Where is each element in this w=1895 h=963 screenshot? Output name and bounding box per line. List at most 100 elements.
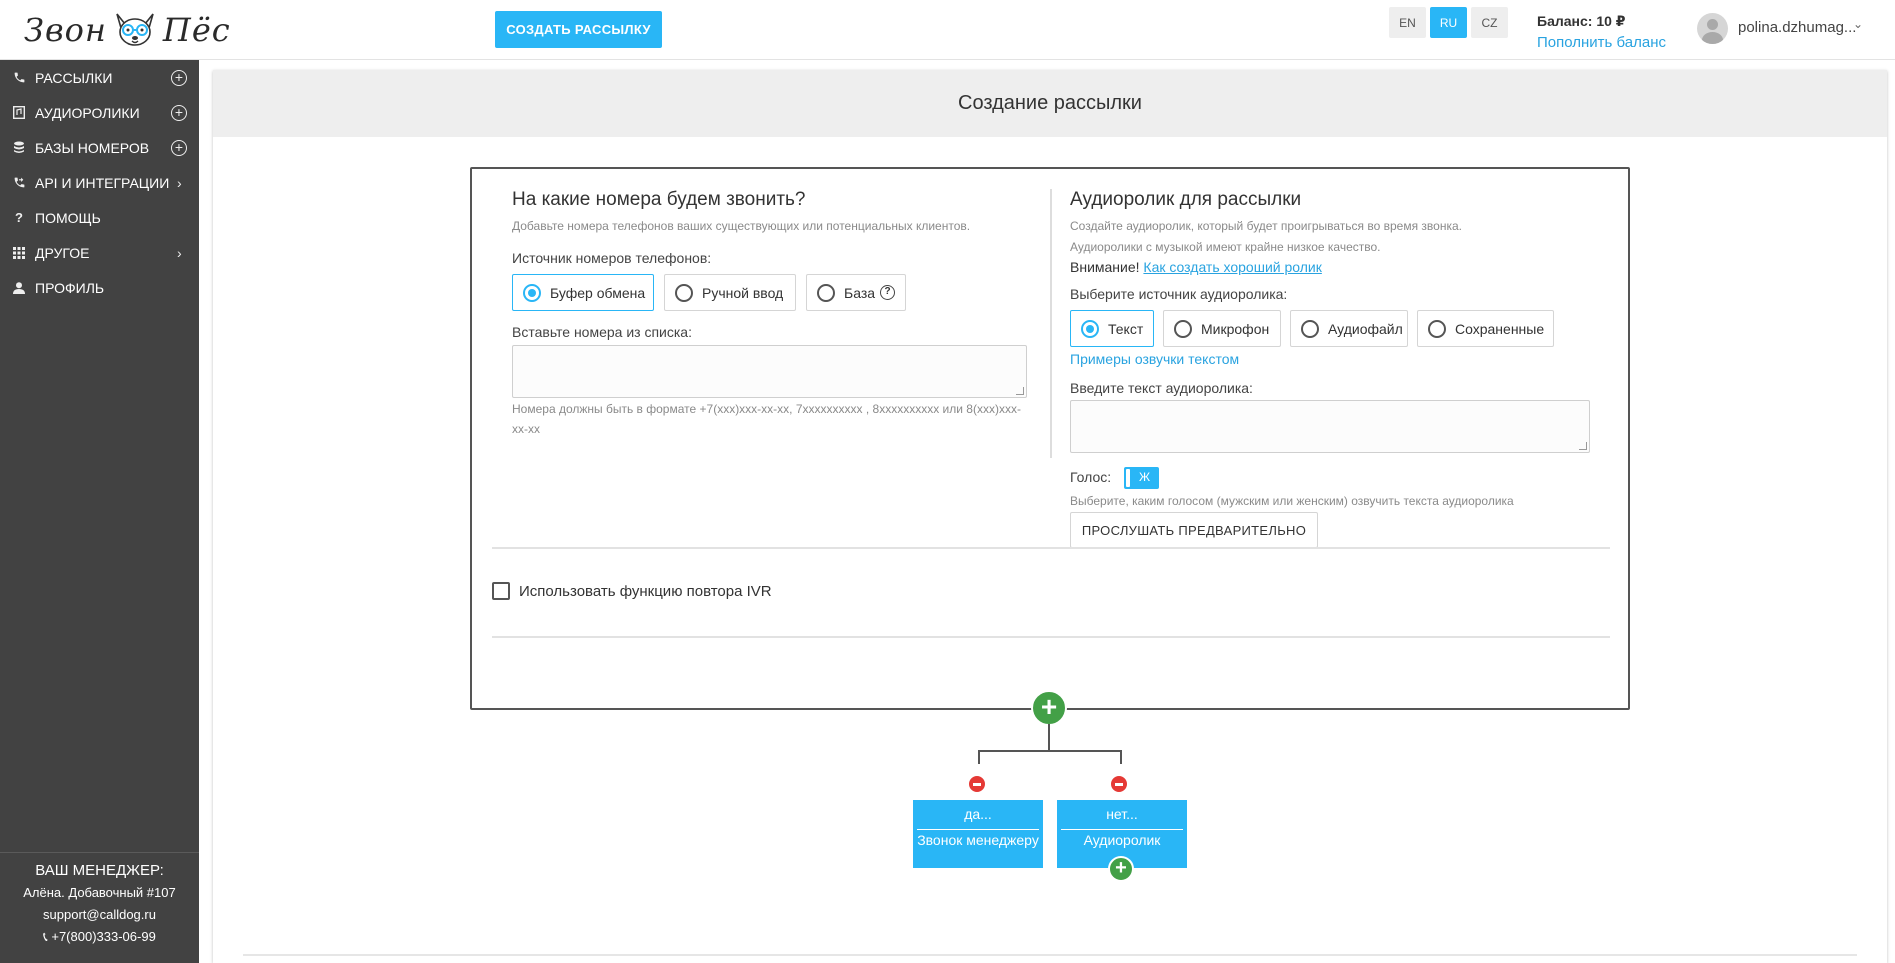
avatar[interactable] xyxy=(1697,13,1728,44)
manager-email[interactable]: support@calldog.ru xyxy=(0,904,199,926)
tree-node-yes[interactable]: да... Звонок менеджеру xyxy=(913,800,1043,868)
voice-value: Ж xyxy=(1139,470,1151,484)
dog-logo-icon xyxy=(116,13,154,46)
tree-connector xyxy=(1048,724,1050,751)
source-clipboard-radio[interactable]: Буфер обмена xyxy=(512,274,654,311)
radio-label: Аудиофайл xyxy=(1328,320,1403,337)
audio-hint-1: Создайте аудиоролик, который будет проиг… xyxy=(1070,219,1462,233)
voice-label: Голос: xyxy=(1070,469,1112,485)
mailing-form-card: На какие номера будем звонить? Добавьте … xyxy=(470,167,1630,710)
column-divider xyxy=(1050,189,1052,458)
paste-numbers-label: Вставьте номера из списка: xyxy=(512,324,692,340)
source-database-radio[interactable]: База ? xyxy=(806,274,906,311)
source-manual-radio[interactable]: Ручной ввод xyxy=(664,274,796,311)
remove-branch-icon[interactable] xyxy=(1109,774,1129,794)
audio-text-textarea[interactable] xyxy=(1070,400,1590,453)
sidebar-item-label: ПРОФИЛЬ xyxy=(35,279,105,296)
phone-icon: 📞︎ xyxy=(43,929,48,944)
lang-cz-button[interactable]: CZ xyxy=(1471,7,1508,38)
radio-label: Буфер обмена xyxy=(550,284,646,301)
database-icon xyxy=(12,141,26,155)
topup-balance-link[interactable]: Пополнить баланс xyxy=(1537,34,1666,51)
radio-label: Текст xyxy=(1108,320,1144,337)
audio-microphone-radio[interactable]: Микрофон xyxy=(1163,310,1281,347)
tree-connector xyxy=(978,750,980,764)
manager-phone[interactable]: +7(800)333-06-99 xyxy=(51,929,155,944)
manager-phone-row: 📞︎ +7(800)333-06-99 xyxy=(0,926,199,948)
radio-checked-icon xyxy=(523,283,541,302)
preview-listen-button[interactable]: ПРОСЛУШАТЬ ПРЕДВАРИТЕЛЬНО xyxy=(1070,512,1318,548)
sidebar-item-label: ПОМОЩЬ xyxy=(35,209,101,226)
add-circle-icon[interactable]: + xyxy=(171,69,187,86)
radio-checked-icon xyxy=(1081,319,1099,338)
audio-source-label: Выберите источник аудиоролика: xyxy=(1070,286,1288,302)
sidebar-item-databases[interactable]: БАЗЫ НОМЕРОВ + xyxy=(0,130,199,165)
sidebar-item-audio[interactable]: АУДИОРОЛИКИ + xyxy=(0,95,199,130)
radio-unchecked-icon xyxy=(1174,319,1192,338)
node-action: Звонок менеджеру xyxy=(917,832,1039,848)
numbers-textarea[interactable] xyxy=(512,345,1027,398)
logo-text-left: Звон xyxy=(24,11,107,49)
audio-heading: Аудиоролик для рассылки xyxy=(1070,189,1302,210)
sidebar-item-api[interactable]: API И ИНТЕГРАЦИИ › xyxy=(0,165,199,200)
remove-branch-icon[interactable] xyxy=(967,774,987,794)
top-header: Звон Пёс СОЗДАТЬ РАССЫЛКУ EN RU CZ Балан… xyxy=(0,0,1895,60)
sidebar-item-help[interactable]: ? ПОМОЩЬ xyxy=(0,200,199,235)
radio-unchecked-icon xyxy=(1428,319,1446,338)
chevron-right-icon[interactable]: › xyxy=(177,245,182,261)
tree-connector xyxy=(1120,750,1122,764)
manager-name: Алёна. Добавочный #107 xyxy=(23,885,176,900)
node-condition: нет... xyxy=(1106,806,1138,822)
numbers-hint: Добавьте номера телефонов ваших существу… xyxy=(512,219,971,233)
logo-text-right: Пёс xyxy=(162,11,231,49)
sidebar-item-mailings[interactable]: РАССЫЛКИ + xyxy=(0,60,199,95)
chevron-right-icon[interactable]: › xyxy=(177,175,182,191)
sidebar-item-other[interactable]: ДРУГОЕ › xyxy=(0,235,199,270)
sidebar-item-label: АУДИОРОЛИКИ xyxy=(35,104,140,121)
add-child-button[interactable]: + xyxy=(1108,856,1134,882)
radio-label: Сохраненные xyxy=(1455,320,1545,337)
lang-ru-button[interactable]: RU xyxy=(1430,7,1467,38)
sidebar-item-profile[interactable]: ПРОФИЛЬ xyxy=(0,270,199,305)
sidebar-item-label: ДРУГОЕ xyxy=(35,244,90,261)
how-to-create-link[interactable]: Как создать хороший ролик xyxy=(1143,259,1321,275)
divider xyxy=(492,547,1610,549)
lang-en-button[interactable]: EN xyxy=(1389,7,1426,38)
audio-text-radio[interactable]: Текст xyxy=(1070,310,1154,347)
toggle-knob xyxy=(1126,469,1130,487)
audio-hint-2: Аудиоролики с музыкой имеют крайне низко… xyxy=(1070,240,1381,254)
node-condition: да... xyxy=(964,806,992,822)
add-circle-icon[interactable]: + xyxy=(171,104,187,121)
main-panel: Создание рассылки На какие номера будем … xyxy=(213,70,1887,963)
audio-warning: Внимание! Как создать хороший ролик xyxy=(1070,259,1322,275)
audio-file-radio[interactable]: Аудиофайл xyxy=(1290,310,1408,347)
sidebar-divider xyxy=(0,852,199,853)
add-circle-icon[interactable]: + xyxy=(171,139,187,156)
audio-text-label: Введите текст аудиоролика: xyxy=(1070,380,1253,396)
node-action: Аудиоролик xyxy=(1083,832,1161,848)
phone-forward-icon xyxy=(12,176,26,190)
tts-examples-link[interactable]: Примеры озвучки текстом xyxy=(1070,351,1239,367)
question-circle-icon[interactable]: ? xyxy=(880,285,896,300)
voice-toggle[interactable]: Ж xyxy=(1124,467,1159,489)
chevron-down-icon[interactable]: ⌄ xyxy=(1853,17,1863,31)
sidebar-item-label: API И ИНТЕГРАЦИИ xyxy=(35,174,170,191)
audio-file-icon xyxy=(12,106,26,120)
tree-connector xyxy=(978,750,1122,752)
question-icon: ? xyxy=(15,210,23,225)
audio-saved-radio[interactable]: Сохраненные xyxy=(1417,310,1554,347)
ivr-repeat-label[interactable]: Использовать функцию повтора IVR xyxy=(519,583,772,600)
manager-info: ВАШ МЕНЕДЖЕР: Алёна. Добавочный #107 sup… xyxy=(0,860,199,948)
ivr-repeat-checkbox[interactable] xyxy=(492,582,510,600)
phone-source-label: Источник номеров телефонов: xyxy=(512,250,712,266)
create-mailing-button[interactable]: СОЗДАТЬ РАССЫЛКУ xyxy=(495,11,662,48)
voice-hint: Выберите, каким голосом (мужским или жен… xyxy=(1070,494,1514,508)
add-branch-button[interactable]: + xyxy=(1031,690,1067,726)
divider xyxy=(492,636,1610,638)
person-icon xyxy=(12,281,26,295)
logo[interactable]: Звон Пёс xyxy=(24,6,231,54)
sidebar-item-label: РАССЫЛКИ xyxy=(35,69,113,86)
node-divider xyxy=(917,829,1039,830)
manager-title: ВАШ МЕНЕДЖЕР: xyxy=(35,862,164,879)
username[interactable]: polina.dzhumag... xyxy=(1738,19,1856,36)
